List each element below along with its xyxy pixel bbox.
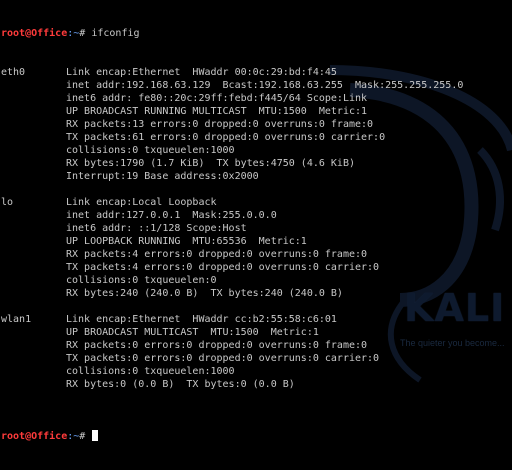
output-line: RX bytes:240 (240.0 B) TX bytes:240 (240…: [1, 287, 463, 300]
ifconfig-output: eth0 Link encap:Ethernet HWaddr 00:0c:29:…: [1, 66, 463, 404]
terminal-window[interactable]: KALI The quieter you become... root@Offi…: [0, 0, 512, 470]
interface-detail: RX bytes:240 (240.0 B) TX bytes:240 (240…: [66, 288, 343, 299]
interface-detail: inet addr:127.0.0.1 Mask:255.0.0.0: [66, 210, 277, 221]
interface-detail: inet6 addr: fe80::20c:29ff:febd:f445/64 …: [66, 93, 368, 104]
output-line: collisions:0 txqueuelen:0: [1, 274, 463, 287]
output-line: inet6 addr: fe80::20c:29ff:febd:f445/64 …: [1, 92, 463, 105]
prompt-path: :~: [67, 431, 80, 442]
output-line: UP BROADCAST MULTICAST MTU:1500 Metric:1: [1, 326, 463, 339]
interface-detail: RX bytes:0 (0.0 B) TX bytes:0 (0.0 B): [66, 379, 295, 390]
output-line: eth0 Link encap:Ethernet HWaddr 00:0c:29:…: [1, 66, 463, 79]
interface-name: lo: [1, 197, 14, 208]
interface-detail: TX packets:0 errors:0 dropped:0 overruns…: [66, 353, 380, 364]
output-line: TX packets:0 errors:0 dropped:0 overruns…: [1, 352, 463, 365]
output-line: Interrupt:19 Base address:0x2000: [1, 170, 463, 183]
output-line: RX packets:4 errors:0 dropped:0 overruns…: [1, 248, 463, 261]
interface-detail: Link encap:Ethernet HWaddr 00:0c:29:bd:f…: [66, 67, 337, 78]
prompt-symbol: #: [79, 431, 86, 442]
interface-detail: TX packets:4 errors:0 dropped:0 overruns…: [66, 262, 380, 273]
interface-detail: collisions:0 txqueuelen:1000: [66, 366, 235, 377]
interface-detail: Interrupt:19 Base address:0x2000: [66, 171, 259, 182]
output-line: RX bytes:1790 (1.7 KiB) TX bytes:4750 (4…: [1, 157, 463, 170]
interface-name: eth0: [1, 67, 26, 78]
interface-detail: RX bytes:1790 (1.7 KiB) TX bytes:4750 (4…: [66, 158, 355, 169]
terminal-output: root@Office:~# ifconfig eth0 Link encap:E…: [1, 1, 463, 469]
output-line: collisions:0 txqueuelen:1000: [1, 144, 463, 157]
interface-detail: collisions:0 txqueuelen:0: [66, 275, 217, 286]
interface-detail: RX packets:4 errors:0 dropped:0 overruns…: [66, 249, 368, 260]
output-line: UP BROADCAST RUNNING MULTICAST MTU:1500 …: [1, 105, 463, 118]
output-line: RX packets:0 errors:0 dropped:0 overruns…: [1, 339, 463, 352]
output-line: inet addr:192.168.63.129 Bcast:192.168.6…: [1, 79, 463, 92]
interface-detail: TX packets:61 errors:0 dropped:0 overrun…: [66, 132, 386, 143]
interface-detail: Link encap:Local Loopback: [66, 197, 217, 208]
prompt-line: root@Office:~# ifconfig: [1, 27, 463, 40]
interface-name: wlan1: [1, 314, 32, 325]
interface-detail: inet addr:192.168.63.129 Bcast:192.168.6…: [66, 80, 464, 91]
output-line: RX bytes:0 (0.0 B) TX bytes:0 (0.0 B): [1, 378, 463, 391]
output-line: RX packets:13 errors:0 dropped:0 overrun…: [1, 118, 463, 131]
command-text: ifconfig: [91, 28, 140, 39]
interface-detail: inet6 addr: ::1/128 Scope:Host: [66, 223, 247, 234]
prompt-line-active[interactable]: root@Office:~#: [1, 430, 463, 443]
prompt-path: :~: [67, 28, 80, 39]
interface-detail: UP LOOPBACK RUNNING MTU:65536 Metric:1: [66, 236, 307, 247]
output-line: TX packets:4 errors:0 dropped:0 overruns…: [1, 261, 463, 274]
output-line: inet6 addr: ::1/128 Scope:Host: [1, 222, 463, 235]
prompt-symbol: #: [79, 28, 86, 39]
prompt-user-host: root@Office: [1, 431, 68, 442]
interface-detail: RX packets:0 errors:0 dropped:0 overruns…: [66, 340, 368, 351]
output-line: lo Link encap:Local Loopback: [1, 196, 463, 209]
interface-detail: UP BROADCAST MULTICAST MTU:1500 Metric:1: [66, 327, 319, 338]
interface-detail: UP BROADCAST RUNNING MULTICAST MTU:1500 …: [66, 106, 368, 117]
prompt-user-host: root@Office: [1, 28, 68, 39]
output-line: wlan1 Link encap:Ethernet HWaddr cc:b2:55…: [1, 313, 463, 326]
output-line: collisions:0 txqueuelen:1000: [1, 365, 463, 378]
interface-detail: collisions:0 txqueuelen:1000: [66, 145, 235, 156]
output-line: inet addr:127.0.0.1 Mask:255.0.0.0: [1, 209, 463, 222]
output-line: TX packets:61 errors:0 dropped:0 overrun…: [1, 131, 463, 144]
interface-detail: RX packets:13 errors:0 dropped:0 overrun…: [66, 119, 374, 130]
text-cursor[interactable]: [92, 430, 99, 441]
output-line: UP LOOPBACK RUNNING MTU:65536 Metric:1: [1, 235, 463, 248]
interface-detail: Link encap:Ethernet HWaddr cc:b2:55:58:c…: [66, 314, 337, 325]
